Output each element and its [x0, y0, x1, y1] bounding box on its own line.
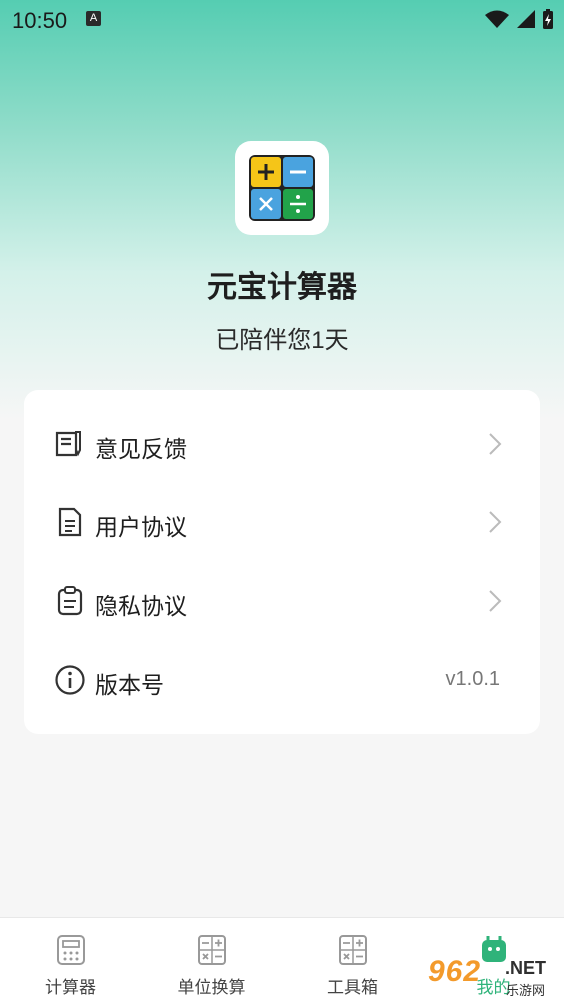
status-bar: 10:50 A [0, 0, 564, 40]
wifi-icon [485, 10, 509, 28]
system-icons [484, 8, 554, 30]
notification-icon: A [86, 11, 101, 26]
tab-unit-conversion[interactable]: 单位换算 [141, 918, 282, 1005]
calculator-icon [57, 935, 85, 965]
tab-toolbox[interactable]: 工具箱 [282, 918, 423, 1005]
chevron-right-icon [489, 590, 502, 612]
menu-item-label: 隐私协议 [95, 593, 187, 619]
chevron-right-icon [489, 433, 502, 455]
version-value: v1.0.1 [445, 668, 500, 690]
watermark-brand: 962 [428, 955, 482, 988]
info-icon [55, 665, 85, 695]
chevron-right-icon [489, 511, 502, 533]
toolbox-icon [339, 935, 367, 965]
status-time: 10:50 [12, 8, 68, 33]
menu-item-label: 用户协议 [95, 514, 187, 540]
settings-card: 意见反馈 用户协议 隐私协议 版本号 v1.0.1 [24, 390, 540, 734]
feedback-icon [55, 431, 81, 457]
app-companion-days: 已陪伴您1天 [215, 327, 349, 354]
menu-item-label: 意见反馈 [95, 436, 187, 462]
tab-label: 工具箱 [327, 978, 378, 997]
app-logo [235, 141, 329, 235]
tab-label: 单位换算 [177, 978, 246, 997]
tab-label: 计算器 [45, 978, 96, 997]
signal-icon [517, 10, 535, 28]
app-name: 元宝计算器 [207, 271, 357, 304]
tab-calculator[interactable]: 计算器 [0, 918, 141, 1005]
menu-item-feedback[interactable]: 意见反馈 [24, 414, 540, 474]
menu-item-user-agreement[interactable]: 用户协议 [24, 492, 540, 552]
battery-icon [543, 9, 553, 29]
menu-item-label: 版本号 [95, 672, 164, 698]
menu-item-privacy-agreement[interactable]: 隐私协议 [24, 571, 540, 631]
watermark-sub: 乐游网 [506, 983, 546, 998]
clipboard-icon [57, 586, 83, 616]
menu-item-version[interactable]: 版本号 v1.0.1 [24, 650, 540, 710]
document-icon [58, 507, 82, 537]
conversion-icon [198, 935, 226, 965]
calculator-logo-icon [249, 155, 315, 221]
watermark-suffix: .NET [505, 958, 547, 978]
